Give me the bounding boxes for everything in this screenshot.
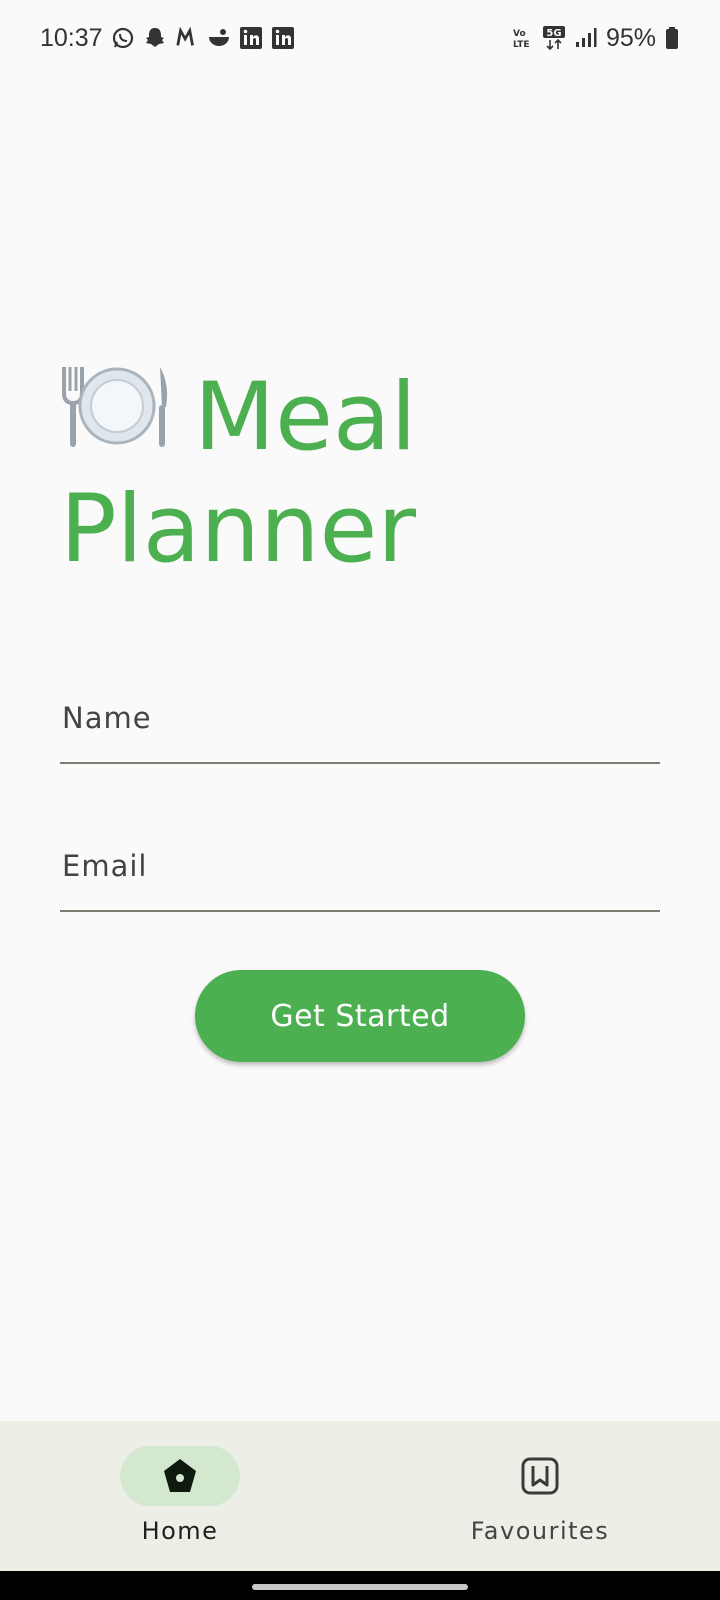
linkedin-icon	[271, 26, 295, 50]
linkedin-icon	[239, 26, 263, 50]
app-title-text-1: Meal	[194, 363, 417, 472]
app-title: Meal Planner	[60, 362, 660, 586]
battery-percentage: 95%	[605, 23, 656, 52]
snapchat-icon	[143, 26, 167, 50]
svg-text:Vo: Vo	[513, 29, 526, 39]
svg-text:5G: 5G	[546, 28, 561, 39]
system-navigation-bar	[0, 1571, 720, 1600]
nav-indicator-home	[120, 1446, 240, 1506]
nav-label-favourites: Favourites	[470, 1517, 610, 1545]
bottom-navigation: Home Favourites	[0, 1421, 720, 1571]
status-right: Vo LTE 5G 95%	[512, 24, 680, 53]
status-bar: 10:37 Vo LTE 5G 95%	[0, 0, 720, 76]
volte-icon: Vo LTE	[512, 26, 534, 50]
nav-item-favourites[interactable]: Favourites	[360, 1421, 720, 1571]
nav-label-home: Home	[141, 1517, 219, 1545]
nav-item-home[interactable]: Home	[0, 1421, 360, 1571]
name-field[interactable]	[60, 674, 660, 762]
food-icon	[207, 26, 231, 50]
screen: 10:37 Vo LTE 5G 95% Meal Planner Name Em…	[0, 0, 720, 1600]
app-title-text-2: Planner	[60, 475, 417, 584]
email-field-container	[60, 822, 660, 912]
network-5g-icon: 5G	[542, 26, 566, 51]
nav-indicator-favourites	[480, 1446, 600, 1506]
home-icon	[164, 1459, 196, 1492]
bookmark-icon	[521, 1457, 559, 1495]
email-field[interactable]	[60, 822, 660, 910]
battery-icon	[664, 26, 680, 50]
whatsapp-icon	[111, 26, 135, 50]
app-title-line-1: Meal	[60, 362, 660, 474]
myntra-icon	[175, 26, 199, 50]
gesture-handle[interactable]	[252, 1584, 468, 1590]
name-field-container	[60, 674, 660, 764]
status-time: 10:37	[40, 23, 103, 52]
get-started-button[interactable]: Get Started	[195, 970, 525, 1062]
signal-icon	[574, 26, 598, 50]
svg-text:LTE: LTE	[513, 40, 530, 50]
status-left: 10:37	[40, 24, 295, 53]
plate-cutlery-icon	[60, 362, 194, 474]
app-title-line-2: Planner	[60, 474, 660, 586]
